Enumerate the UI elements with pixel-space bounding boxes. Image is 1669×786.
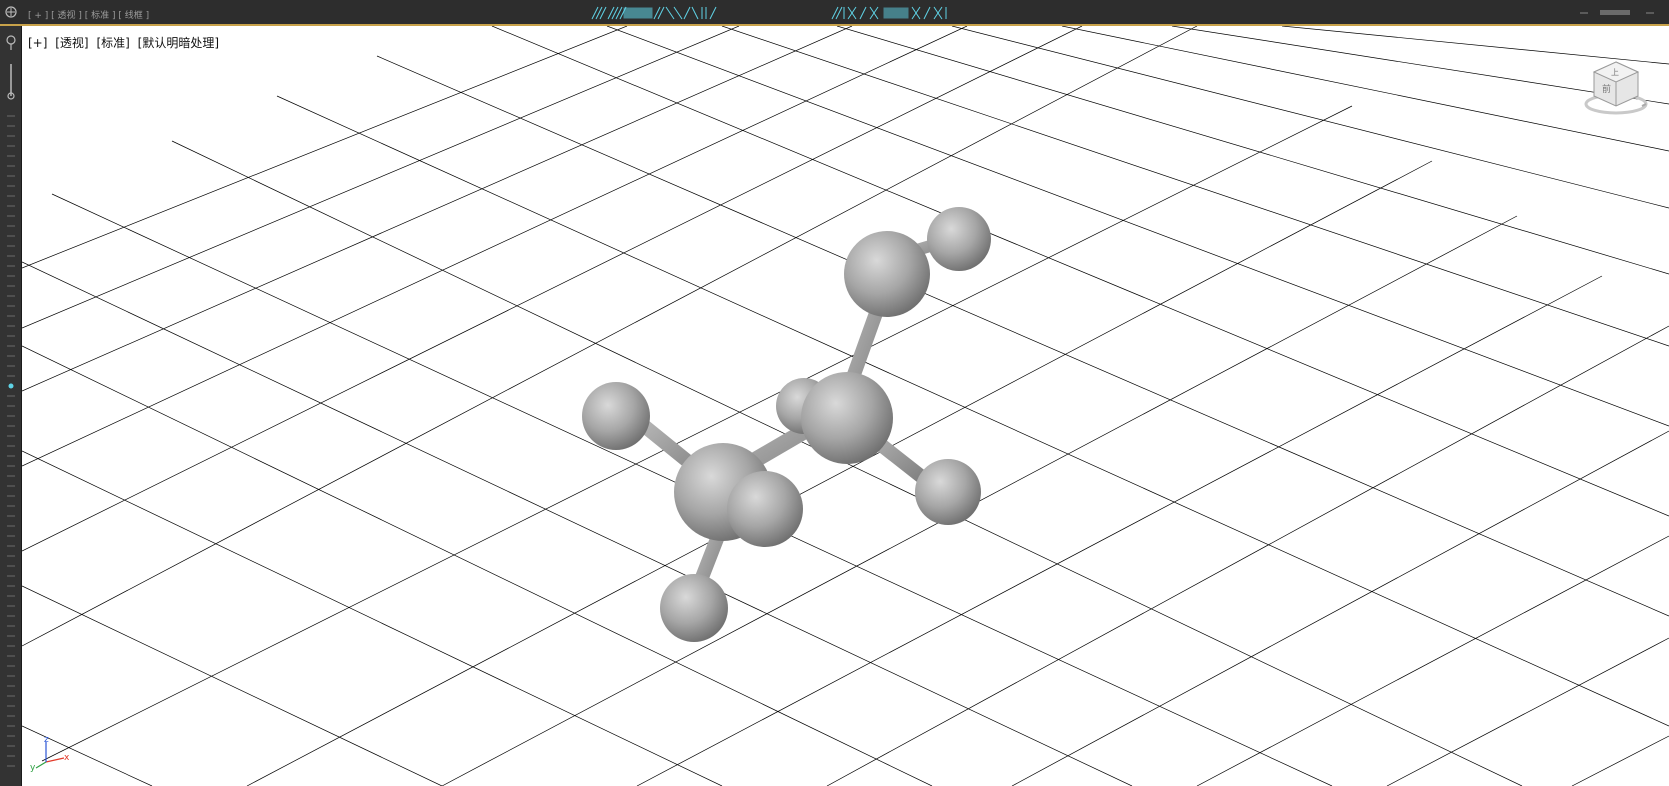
axis-tripod-icon: x y z — [30, 735, 70, 773]
atom-hydrogen[interactable] — [660, 574, 728, 642]
viewcube-front-face-label: 前 — [1602, 83, 1611, 95]
close-icon[interactable] — [1644, 6, 1656, 18]
pin-icon[interactable] — [6, 35, 16, 50]
axis-y-label: y — [30, 763, 36, 773]
axis-x-label: x — [64, 753, 70, 763]
viewport-plus-menu[interactable]: [+] — [28, 36, 47, 50]
viewport-label-menu: [+] [透视] [标准] [默认明暗处理] — [28, 34, 223, 51]
ruler-ticks — [7, 115, 15, 767]
viewport-lighting-menu[interactable]: [默认明暗处理] — [138, 36, 219, 50]
left-toolbar-graphics — [6, 35, 16, 767]
atom-hydrogen[interactable] — [582, 382, 650, 450]
title-bar: [ + ] [ 透视 ] [ 标准 ] [ 线框 ] — [0, 0, 1669, 26]
restore-icon[interactable] — [1598, 6, 1632, 18]
timeline-strip-left[interactable] — [590, 5, 720, 21]
axis-z-label: z — [44, 735, 49, 745]
atom-carbon[interactable] — [801, 372, 893, 464]
zoom-slider[interactable] — [7, 64, 15, 100]
viewport-shading-menu[interactable]: [标准] — [96, 36, 129, 50]
atom-hydrogen[interactable] — [727, 471, 803, 547]
viewcube-icon[interactable]: 前 上 — [1580, 54, 1652, 118]
atom-oxygen[interactable] — [844, 231, 930, 317]
atom-hydrogen[interactable] — [915, 459, 981, 525]
viewcube-top-face-label: 上 — [1611, 68, 1619, 77]
viewport-label-strip: [ + ] [ 透视 ] [ 标准 ] [ 线框 ] — [28, 11, 150, 21]
minimize-icon[interactable] — [1578, 6, 1590, 18]
scene-canvas[interactable] — [22, 26, 1669, 786]
viewport-pov-menu[interactable]: [透视] — [55, 36, 88, 50]
app-menu-icon[interactable] — [4, 5, 18, 19]
left-toolbar — [0, 26, 22, 786]
timeline-strip-right[interactable] — [830, 5, 950, 21]
atom-hydrogen[interactable] — [927, 207, 991, 271]
perspective-viewport[interactable]: [+] [透视] [标准] [默认明暗处理] 前 上 x y z — [22, 26, 1669, 786]
app-window: [ + ] [ 透视 ] [ 标准 ] [ 线框 ] [+] [透视] [标准]… — [0, 0, 1669, 786]
time-slider-handle[interactable] — [8, 383, 14, 389]
